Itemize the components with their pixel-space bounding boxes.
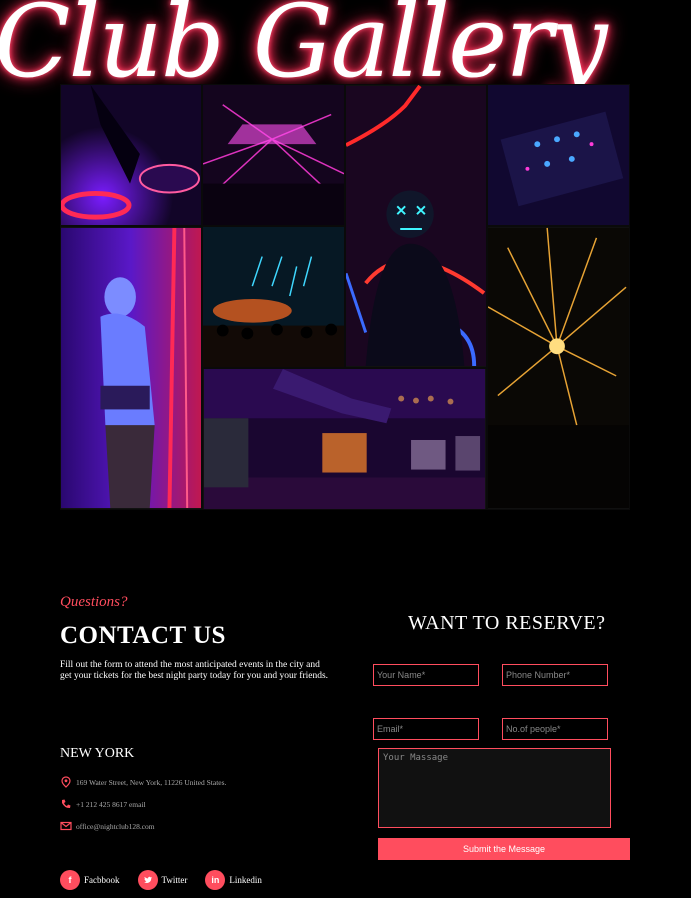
linkedin-link[interactable]: in Linkedin (205, 870, 262, 890)
envelope-icon (60, 820, 72, 832)
city-heading: NEW YORK (60, 746, 135, 761)
twitter-link[interactable]: Twitter (137, 870, 188, 890)
facebook-label: Facbbook (84, 875, 120, 885)
name-field[interactable] (373, 664, 479, 686)
email-row: office@nightclub128.com (60, 820, 155, 832)
submit-button[interactable]: Submit the Message (378, 838, 630, 860)
email-field[interactable] (373, 718, 479, 740)
dj-turntable-image (60, 84, 202, 226)
bartender-cocktail-image (202, 368, 487, 510)
message-textarea[interactable] (378, 748, 611, 828)
golden-lasers-image (487, 226, 630, 510)
neon-mask-man-image (345, 84, 487, 368)
email-text[interactable]: office@nightclub128.com (76, 822, 155, 831)
people-count-field[interactable] (502, 718, 608, 740)
laser-stage-image (202, 84, 345, 226)
phone-icon (60, 798, 72, 810)
photo-gallery (60, 84, 630, 510)
facebook-icon: f (60, 870, 80, 890)
questions-eyebrow: Questions? (60, 594, 128, 610)
address-row: 169 Water Street, New York, 11226 United… (60, 776, 226, 788)
linkedin-icon: in (205, 870, 226, 890)
twitter-label: Twitter (161, 875, 188, 885)
phone-field[interactable] (502, 664, 608, 686)
contact-title: CONTACT US (60, 622, 226, 649)
dancing-woman-image (60, 226, 202, 510)
contact-description: Fill out the form to attend the most ant… (60, 660, 329, 681)
phone-row: +1 212 425 8617 email (60, 798, 146, 810)
address-text: 169 Water Street, New York, 11226 United… (76, 777, 227, 787)
dj-mixer-image (487, 84, 630, 226)
phone-text[interactable]: +1 212 425 8617 email (76, 800, 146, 809)
linkedin-label: Linkedin (229, 875, 262, 885)
crowd-blue-lights-image (202, 226, 345, 368)
reserve-title: WANT TO RESERVE? (408, 612, 606, 634)
twitter-icon (137, 870, 158, 890)
social-links: f Facbbook Twitter in Linkedin (60, 870, 262, 890)
facebook-link[interactable]: f Facbbook (60, 870, 120, 890)
location-pin-icon (60, 776, 72, 788)
